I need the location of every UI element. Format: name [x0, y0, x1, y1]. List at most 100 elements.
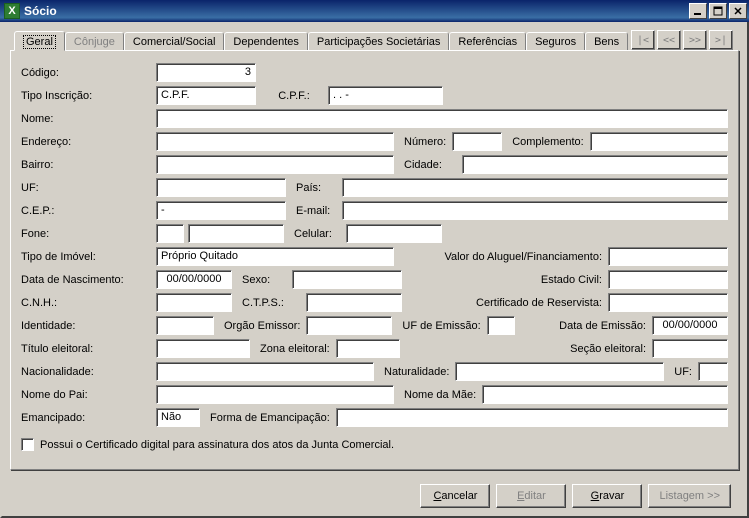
endereco-field[interactable]: [156, 132, 394, 151]
nav-prev-button[interactable]: <<: [657, 30, 681, 50]
tab-comercial[interactable]: Comercial/Social: [124, 32, 225, 50]
cnh-field[interactable]: [156, 293, 232, 312]
emancipado-label: Emancipado:: [21, 412, 156, 424]
tipo-inscricao-field[interactable]: C.P.F.: [156, 86, 256, 105]
window-title: Sócio: [24, 4, 57, 18]
uf-emissao-label: UF de Emissão:: [402, 320, 480, 332]
nome-mae-field[interactable]: [482, 385, 728, 404]
complemento-field[interactable]: [590, 132, 728, 151]
nome-label: Nome:: [21, 113, 156, 125]
title-bar: X Sócio: [0, 0, 749, 22]
cancelar-button[interactable]: Cancelar: [420, 484, 490, 508]
nav-last-button[interactable]: >|: [709, 30, 733, 50]
estado-civil-field[interactable]: [608, 270, 728, 289]
forma-emanc-field[interactable]: [336, 408, 728, 427]
pais-field[interactable]: [342, 178, 728, 197]
endereco-label: Endereço:: [21, 136, 156, 148]
fone-ddd-field[interactable]: [156, 224, 184, 243]
sexo-field[interactable]: [292, 270, 402, 289]
naturalidade-label: Naturalidade:: [384, 366, 449, 378]
sexo-label: Sexo:: [242, 274, 286, 286]
listagem-button[interactable]: Listagem >>: [648, 484, 731, 508]
naturalidade-uf-label: UF:: [674, 366, 692, 378]
nome-mae-label: Nome da Mãe:: [404, 389, 476, 401]
bairro-field[interactable]: [156, 155, 394, 174]
numero-field[interactable]: [452, 132, 502, 151]
uf-label: UF:: [21, 182, 156, 194]
cert-reservista-label: Certificado de Reservista:: [402, 297, 608, 309]
nacionalidade-field[interactable]: [156, 362, 374, 381]
celular-label: Celular:: [294, 228, 340, 240]
orgao-emissor-field[interactable]: [306, 316, 392, 335]
data-nasc-field[interactable]: 00/00/0000: [156, 270, 232, 289]
fone-label: Fone:: [21, 228, 156, 240]
valor-aluguel-field[interactable]: [608, 247, 728, 266]
estado-civil-label: Estado Civil:: [402, 274, 608, 286]
close-button[interactable]: [729, 3, 747, 19]
secao-eleitoral-field[interactable]: [652, 339, 728, 358]
codigo-field[interactable]: 3: [156, 63, 256, 82]
complemento-label: Complemento:: [512, 136, 584, 148]
identidade-field[interactable]: [156, 316, 214, 335]
zona-eleitoral-label: Zona eleitoral:: [260, 343, 330, 355]
uf-emissao-field[interactable]: [487, 316, 515, 335]
secao-eleitoral-label: Seção eleitoral:: [400, 343, 652, 355]
tab-referencias[interactable]: Referências: [449, 32, 526, 50]
maximize-button[interactable]: [709, 3, 727, 19]
cert-reservista-field[interactable]: [608, 293, 728, 312]
orgao-emissor-label: Orgão Emissor:: [224, 320, 300, 332]
cep-label: C.E.P.:: [21, 205, 156, 217]
emancipado-field[interactable]: Não: [156, 408, 200, 427]
titulo-eleitoral-field[interactable]: [156, 339, 250, 358]
naturalidade-field[interactable]: [455, 362, 664, 381]
fone-field[interactable]: [188, 224, 284, 243]
cidade-label: Cidade:: [404, 159, 456, 171]
certificado-digital-label: Possui o Certificado digital para assina…: [40, 439, 394, 451]
data-nasc-label: Data de Nascimento:: [21, 274, 156, 286]
codigo-label: Código:: [21, 67, 156, 79]
valor-aluguel-label: Valor do Aluguel/Financiamento:: [394, 251, 608, 263]
bairro-label: Bairro:: [21, 159, 156, 171]
tipo-imovel-field[interactable]: Próprio Quitado: [156, 247, 394, 266]
action-bar: Cancelar Editar Gravar Listagem >>: [420, 484, 731, 508]
zona-eleitoral-field[interactable]: [336, 339, 400, 358]
email-label: E-mail:: [296, 205, 336, 217]
uf-field[interactable]: [156, 178, 286, 197]
ctps-field[interactable]: [306, 293, 402, 312]
email-field[interactable]: [342, 201, 728, 220]
cnh-label: C.N.H.:: [21, 297, 156, 309]
app-icon: X: [4, 3, 20, 19]
cidade-field[interactable]: [462, 155, 728, 174]
certificado-digital-checkbox[interactable]: [21, 438, 34, 451]
tab-participacoes[interactable]: Participações Societárias: [308, 32, 450, 50]
minimize-button[interactable]: [689, 3, 707, 19]
tab-geral[interactable]: Geral: [14, 31, 65, 51]
nome-pai-field[interactable]: [156, 385, 394, 404]
cpf-field[interactable]: . . -: [328, 86, 443, 105]
client-area: |< << >> >| Geral Cônjuge Comercial/Soci…: [0, 22, 749, 518]
tab-conjuge[interactable]: Cônjuge: [65, 32, 124, 50]
data-emissao-field[interactable]: 00/00/0000: [652, 316, 728, 335]
nacionalidade-label: Nacionalidade:: [21, 366, 156, 378]
nome-field[interactable]: [156, 109, 728, 128]
tab-dependentes[interactable]: Dependentes: [224, 32, 307, 50]
nome-pai-label: Nome do Pai:: [21, 389, 156, 401]
identidade-label: Identidade:: [21, 320, 156, 332]
record-nav: |< << >> >|: [631, 30, 733, 50]
tipo-imovel-label: Tipo de Imóvel:: [21, 251, 156, 263]
editar-button[interactable]: Editar: [496, 484, 566, 508]
ctps-label: C.T.P.S.:: [242, 297, 300, 309]
titulo-eleitoral-label: Título eleitoral:: [21, 343, 156, 355]
nav-first-button[interactable]: |<: [631, 30, 655, 50]
data-emissao-label: Data de Emissão:: [515, 320, 652, 332]
celular-field[interactable]: [346, 224, 442, 243]
nav-next-button[interactable]: >>: [683, 30, 707, 50]
tab-seguros[interactable]: Seguros: [526, 32, 585, 50]
gravar-button[interactable]: Gravar: [572, 484, 642, 508]
cpf-label: C.P.F.:: [266, 90, 322, 102]
naturalidade-uf-field[interactable]: [698, 362, 728, 381]
tab-panel-geral: Código: 3 Tipo Inscrição: C.P.F. C.P.F.:…: [10, 50, 739, 470]
cep-field[interactable]: -: [156, 201, 286, 220]
tab-bens[interactable]: Bens: [585, 32, 628, 50]
pais-label: País:: [296, 182, 336, 194]
